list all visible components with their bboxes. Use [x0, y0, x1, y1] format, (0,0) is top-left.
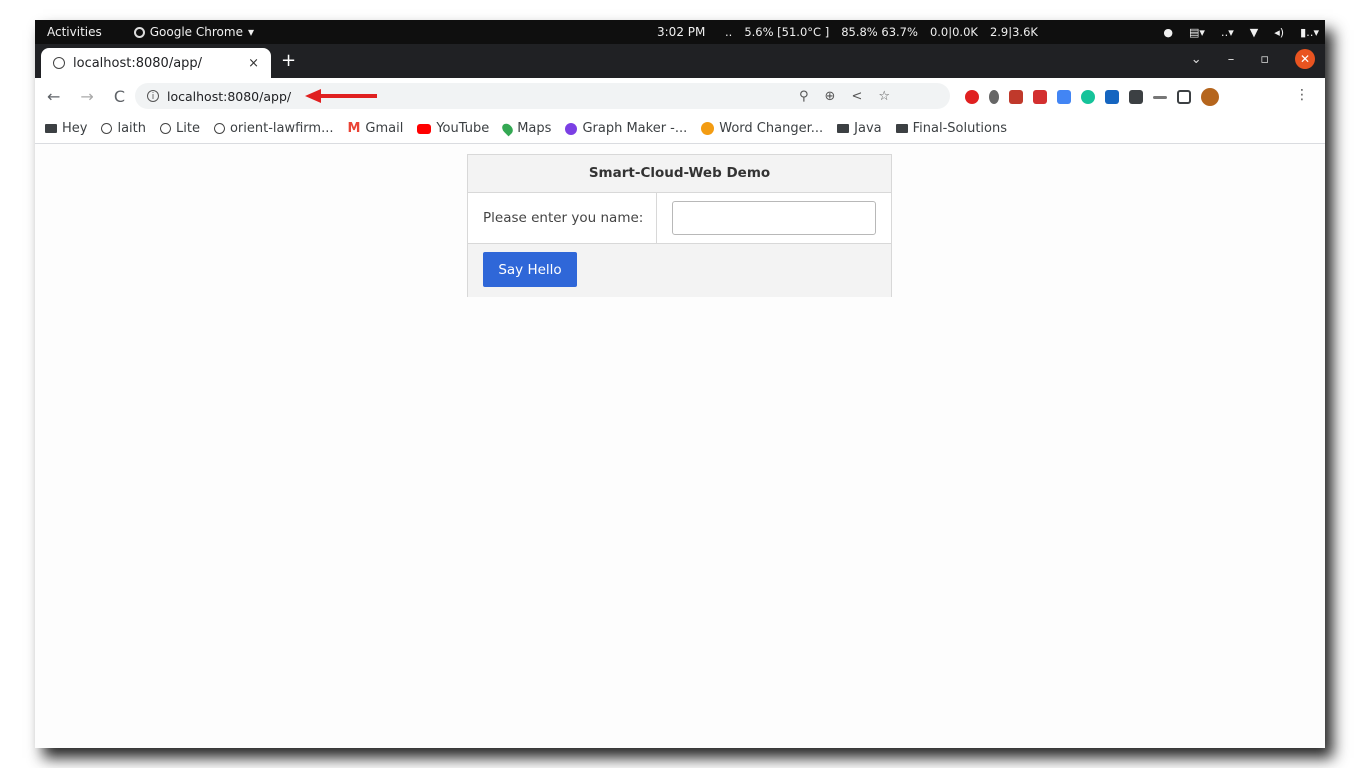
bookmark-graph-maker[interactable]: Graph Maker -... — [565, 121, 687, 136]
clipboard-icon[interactable]: ▤▾ — [1189, 26, 1205, 39]
graph-maker-icon — [565, 122, 578, 135]
desktop-screen: Activities Google Chrome ▾ 3:02 PM .. 5.… — [35, 20, 1325, 748]
extensions-area — [965, 88, 1219, 106]
reload-icon[interactable]: C — [114, 87, 125, 106]
clock[interactable]: 3:02 PM — [657, 25, 705, 39]
bookmark-star-icon[interactable]: ☆ — [878, 89, 890, 104]
globe-icon — [53, 57, 65, 69]
grammarly-icon[interactable] — [1081, 90, 1095, 104]
annotation-arrow — [305, 89, 377, 103]
search-icon[interactable]: ⚲ — [799, 89, 809, 104]
side-panel-icon[interactable] — [1177, 90, 1191, 104]
app-menu[interactable]: Google Chrome ▾ — [133, 25, 254, 39]
bookmark-label: Lite — [176, 121, 200, 136]
form-footer: Say Hello — [468, 244, 891, 297]
bookmark-label: Word Changer... — [719, 121, 824, 136]
maps-icon — [500, 121, 516, 136]
puzzle-icon[interactable] — [1129, 90, 1143, 104]
name-label: Please enter you name: — [468, 193, 657, 243]
zoom-icon[interactable]: ⊕ — [825, 89, 836, 104]
share-icon[interactable]: < — [851, 89, 862, 104]
bookmark-hey[interactable]: Hey — [45, 121, 87, 136]
bookmark-lite[interactable]: Lite — [160, 121, 200, 136]
bookmark-orient-lawfirm[interactable]: orient-lawfirm... — [213, 121, 334, 136]
browser-toolbar: ← → C i localhost:8080/app/ ⚲ ⊕ < ☆ ⋮ — [35, 78, 1325, 114]
close-window-button[interactable]: ✕ — [1295, 49, 1315, 69]
tab-search-icon[interactable]: ⌄ — [1191, 52, 1202, 67]
stat-cpu: 5.6% [51.0°C ] — [744, 25, 830, 39]
bookmark-label: Hey — [62, 121, 88, 136]
jsf-icon[interactable] — [1009, 90, 1023, 104]
new-tab-button[interactable]: + — [281, 50, 296, 71]
folder-icon — [895, 124, 908, 133]
stat-net: 0.0|0.0K — [929, 25, 978, 39]
address-bar[interactable]: i localhost:8080/app/ ⚲ ⊕ < ☆ — [135, 83, 950, 109]
bookmark-word-changer[interactable]: Word Changer... — [701, 121, 823, 136]
pdf-tool-icon[interactable] — [1105, 90, 1119, 104]
chrome-icon — [133, 26, 145, 38]
bookmark-label: YouTube — [436, 121, 490, 136]
back-icon[interactable]: ← — [47, 87, 60, 106]
globe-icon — [101, 123, 113, 134]
name-row: Please enter you name: — [468, 193, 891, 244]
stat-disk: 2.9|3.6K — [989, 25, 1038, 39]
gmail-icon: M — [347, 121, 361, 136]
wifi-icon[interactable]: ▼ — [1250, 26, 1258, 39]
word-changer-icon — [701, 122, 715, 135]
youtube-icon — [417, 123, 432, 134]
site-info-icon[interactable]: i — [147, 90, 159, 102]
battery-icon[interactable]: ▮‥▾ — [1300, 26, 1319, 39]
gnome-top-bar: Activities Google Chrome ▾ 3:02 PM .. 5.… — [35, 20, 1325, 44]
demo-form-card: Smart-Cloud-Web Demo Please enter you na… — [467, 154, 892, 297]
window-controls: ⌄ – ▫ ✕ — [1191, 49, 1315, 69]
name-input[interactable] — [672, 201, 876, 235]
bookmark-label: Maps — [517, 121, 552, 136]
system-tray[interactable]: ● ▤▾ ‥▾ ▼ ◂) ▮‥▾ — [1163, 26, 1319, 39]
bookmark-youtube[interactable]: YouTube — [417, 121, 489, 136]
bookmark-label: Graph Maker -... — [582, 121, 688, 136]
bookmark-label: orient-lawfirm... — [229, 121, 334, 136]
bookmark-gmail[interactable]: M Gmail — [347, 121, 403, 136]
gnome-ext-icon[interactable] — [989, 90, 999, 104]
bookmark-laith[interactable]: laith — [101, 121, 146, 136]
avatar[interactable] — [1201, 88, 1219, 106]
maximize-button[interactable]: ▫ — [1260, 52, 1269, 67]
volume-icon[interactable]: ◂) — [1274, 26, 1284, 39]
chrome-menu-icon[interactable]: ⋮ — [1295, 87, 1309, 103]
pdf-icon[interactable] — [1033, 90, 1047, 104]
browser-tab[interactable]: localhost:8080/app/ × — [41, 48, 271, 78]
bookmark-maps[interactable]: Maps — [500, 121, 552, 136]
dots-menu-icon[interactable]: ‥▾ — [1221, 26, 1234, 39]
close-tab-icon[interactable]: × — [248, 56, 259, 71]
address-url[interactable]: localhost:8080/app/ — [167, 89, 291, 104]
translate-icon[interactable] — [1057, 90, 1071, 104]
caret-down-icon: ▾ — [247, 25, 254, 39]
bookmark-java[interactable]: Java — [837, 121, 882, 136]
tab-strip: localhost:8080/app/ × + ⌄ – ▫ ✕ — [35, 44, 1325, 78]
activities-button[interactable]: Activities — [47, 25, 102, 39]
globe-icon — [213, 123, 225, 134]
opera-icon[interactable] — [965, 90, 979, 104]
form-title: Smart-Cloud-Web Demo — [468, 155, 891, 193]
bookmarks-bar: Hey laith Lite orient-lawfirm... M Gmail … — [35, 114, 1325, 144]
forward-icon[interactable]: → — [80, 87, 93, 106]
globe-icon — [160, 123, 171, 134]
page-content: Smart-Cloud-Web Demo Please enter you na… — [35, 144, 1325, 748]
stat-dots: .. — [725, 25, 733, 39]
system-monitor[interactable]: .. 5.6% [51.0°C ] 85.8% 63.7% 0.0|0.0K 2… — [725, 25, 1038, 39]
app-name: Google Chrome — [149, 25, 243, 39]
bookmark-label: Gmail — [365, 121, 404, 136]
bookmark-final-solutions[interactable]: Final-Solutions — [895, 121, 1007, 136]
bookmark-label: Final-Solutions — [912, 121, 1007, 136]
say-hello-button[interactable]: Say Hello — [483, 252, 577, 287]
reading-list-icon[interactable] — [1153, 95, 1167, 99]
coffee-icon[interactable]: ● — [1163, 26, 1173, 39]
folder-icon — [45, 124, 57, 133]
bookmark-label: laith — [117, 121, 146, 136]
folder-icon — [837, 124, 850, 133]
stat-mem: 85.8% 63.7% — [841, 25, 918, 39]
minimize-button[interactable]: – — [1228, 52, 1235, 67]
bookmark-label: Java — [854, 121, 882, 136]
tab-title: localhost:8080/app/ — [73, 55, 203, 71]
